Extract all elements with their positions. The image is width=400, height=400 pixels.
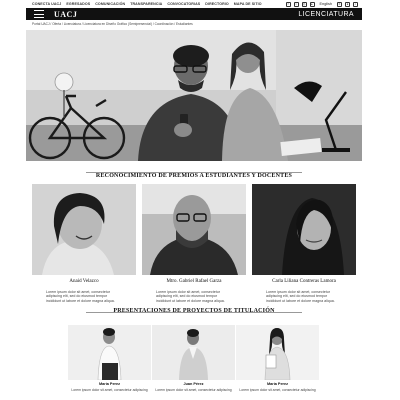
youtube-icon[interactable]: ▸	[309, 1, 315, 7]
utility-links: CONECTA UACJ EGRESADOS COMUNICACIÓN TRAN…	[26, 2, 262, 6]
nav-link-comunicacion[interactable]: COMUNICACIÓN	[95, 2, 125, 6]
twitter-icon[interactable]: t	[293, 1, 299, 7]
nav-link-directorio[interactable]: DIRECTORIO	[205, 2, 229, 6]
award-name: Anaid Velazco	[69, 279, 99, 284]
award-card[interactable]: Mtro. Gabriel Rafael Garza Lorem ipsum d…	[142, 184, 246, 303]
user-icon[interactable]: ●	[345, 1, 350, 7]
project-description: Lorem ipsum dolor sit amet, consectetur …	[71, 388, 148, 392]
project-photo	[152, 325, 235, 380]
project-name: María Perez	[98, 382, 121, 386]
nav-link-convocatorias[interactable]: CONVOCATORIAS	[167, 2, 200, 6]
site-header: UACJ LICENCIATURA	[26, 8, 362, 20]
nav-link-mapa[interactable]: MAPA DE SITIO	[234, 2, 262, 6]
uacj-logo[interactable]: UACJ	[54, 10, 77, 19]
hamburger-menu-icon[interactable]	[34, 10, 44, 18]
hero-image	[26, 30, 362, 161]
language-link[interactable]: English	[320, 2, 332, 6]
award-description: Lorem ipsum dolor sit amet, consectetur …	[156, 290, 225, 303]
project-name: Juan Pérez	[183, 382, 204, 386]
section-title: LICENCIATURA	[298, 10, 354, 18]
award-photo	[142, 184, 246, 275]
award-name: Mtro. Gabriel Rafael Garza	[166, 279, 222, 284]
award-name: Carla Liliana Contreras Lamora	[272, 279, 336, 284]
page: CONECTA UACJ EGRESADOS COMUNICACIÓN TRAN…	[26, 0, 362, 400]
awards-heading: RECONOCIMIENTO DE PREMIOS A ESTUDIANTES …	[95, 173, 293, 179]
project-description: Lorem ipsum dolor sit amet, consectetur …	[155, 388, 232, 392]
project-card[interactable]: María Perez Lorem ipsum dolor sit amet, …	[236, 325, 319, 392]
award-card[interactable]: Carla Liliana Contreras Lamora Lorem ips…	[252, 184, 356, 303]
award-photo	[32, 184, 136, 275]
award-card[interactable]: Anaid Velazco Lorem ipsum dolor sit amet…	[32, 184, 136, 303]
facebook-icon[interactable]: f	[285, 1, 291, 7]
nav-link-conecta[interactable]: CONECTA UACJ	[32, 2, 61, 6]
project-card[interactable]: María Perez Lorem ipsum dolor sit amet, …	[68, 325, 151, 392]
utility-right: f t ◎ ▸ English ≡ ● ⌕	[285, 1, 362, 7]
project-description: Lorem ipsum dolor sit amet, consectetur …	[239, 388, 316, 392]
award-description: Lorem ipsum dolor sit amet, consectetur …	[266, 290, 335, 303]
breadcrumb[interactable]: Portal UACJ / Oferta / Licenciatura / Li…	[32, 22, 193, 26]
award-photo	[252, 184, 356, 275]
project-card[interactable]: Juan Pérez Lorem ipsum dolor sit amet, c…	[152, 325, 235, 392]
award-description: Lorem ipsum dolor sit amet, consectetur …	[46, 290, 115, 303]
menu-icon[interactable]: ≡	[337, 1, 342, 7]
projects-heading: PRESENTACIONES DE PROYECTOS DE TITULACIÓ…	[113, 308, 275, 314]
project-photo	[236, 325, 319, 380]
instagram-icon[interactable]: ◎	[301, 1, 307, 7]
utility-nav: CONECTA UACJ EGRESADOS COMUNICACIÓN TRAN…	[26, 0, 362, 8]
nav-link-transparencia[interactable]: TRANSPARENCIA	[130, 2, 162, 6]
search-icon[interactable]: ⌕	[353, 1, 358, 7]
nav-link-egresados[interactable]: EGRESADOS	[66, 2, 90, 6]
project-name: María Perez	[266, 382, 289, 386]
project-photo	[68, 325, 151, 380]
